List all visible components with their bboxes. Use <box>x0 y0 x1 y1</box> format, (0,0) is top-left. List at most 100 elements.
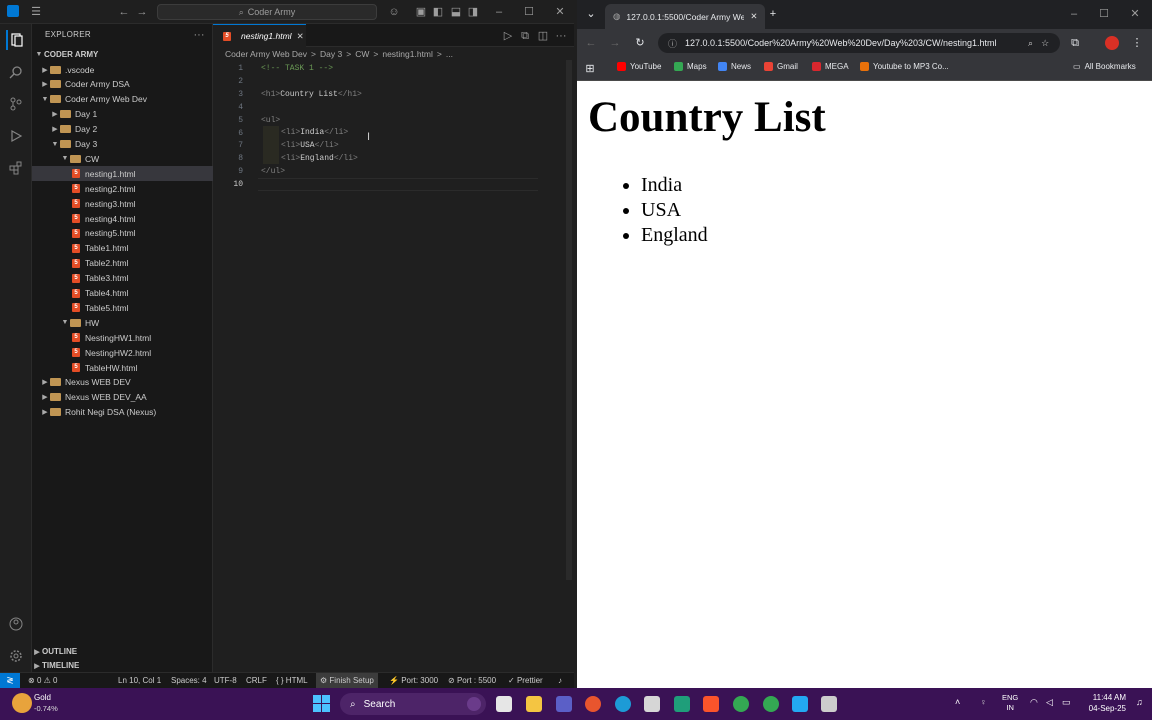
code-line-1[interactable]: <!-- TASK 1 --> <box>261 64 333 73</box>
code-line-li[interactable]: <li>USA</li> <box>281 141 339 150</box>
app-icon[interactable] <box>674 696 690 712</box>
bookmark-item[interactable]: News <box>718 62 751 71</box>
reload-icon[interactable]: ↻ <box>632 35 648 51</box>
folder-item[interactable]: ▶ Coder Army DSA <box>32 77 213 92</box>
back-arrow-icon[interactable]: ← <box>583 35 599 51</box>
explorer-icon[interactable] <box>6 30 26 50</box>
run-debug-icon[interactable] <box>6 126 26 146</box>
notification-bell-icon[interactable]: ♫ <box>1136 697 1143 707</box>
indentation[interactable]: Spaces: 4 <box>171 676 207 685</box>
file-item[interactable]: 5 NestingHW1.html <box>32 330 213 345</box>
bookmark-item[interactable]: Youtube to MP3 Co... <box>860 62 949 71</box>
start-icon[interactable] <box>313 695 330 712</box>
language-indicator[interactable]: ENG IN <box>1002 693 1018 713</box>
prettier-status[interactable]: ✓ Prettier <box>508 676 543 685</box>
workspace-root[interactable]: ▼ CODER ARMY <box>32 47 213 62</box>
close-icon[interactable]: ✕ <box>553 4 567 20</box>
file-explorer-icon[interactable] <box>526 696 542 712</box>
folder-item[interactable]: ▼ Day 3 <box>32 137 213 152</box>
timeline-section[interactable]: ▶ TIMELINE <box>32 658 213 673</box>
folder-item[interactable]: ▶ Rohit Negi DSA (Nexus) <box>32 405 213 420</box>
breadcrumb[interactable]: Coder Army Web Dev > Day 3 > CW > nesting1.htm… <box>225 49 453 59</box>
extensions-icon[interactable] <box>6 158 26 178</box>
teams-icon[interactable] <box>556 696 572 712</box>
language-mode[interactable]: { } HTML <box>276 676 308 685</box>
brave-icon[interactable] <box>703 696 719 712</box>
bookmark-item[interactable]: MEGA <box>812 62 849 71</box>
code-line-5[interactable]: <ul> <box>261 116 280 125</box>
maximize-icon[interactable]: ☐ <box>522 4 536 20</box>
breadcrumb-item[interactable]: Day 3 <box>320 49 342 59</box>
all-bookmarks-button[interactable]: ▭ All Bookmarks <box>1073 62 1136 71</box>
split-editor-icon[interactable]: ◫ <box>536 28 550 44</box>
microphone-icon[interactable]: ♀ <box>980 697 987 707</box>
tray-chevron-icon[interactable]: ˄ <box>955 697 960 707</box>
profile-avatar[interactable] <box>1105 36 1119 50</box>
file-item[interactable]: 5 Table1.html <box>32 241 213 256</box>
folder-item[interactable]: ▶ Day 2 <box>32 122 213 137</box>
file-item[interactable]: 5 nesting3.html <box>32 196 213 211</box>
toggle-panel-icon[interactable]: ⬓ <box>449 4 463 20</box>
folder-item[interactable]: ▶ Nexus WEB DEV_AA <box>32 390 213 405</box>
toggle-sidebar-icon[interactable]: ◧ <box>431 4 445 20</box>
bookmark-item[interactable]: Gmail <box>764 62 798 71</box>
browser-tab-active[interactable]: ◍ 127.0.0.1:5500/Coder Army Web ✕ <box>605 4 765 29</box>
toggle-secondary-sidebar-icon[interactable]: ◨ <box>466 4 480 20</box>
menu-icon[interactable]: ☰ <box>28 4 44 20</box>
weather-icon[interactable] <box>12 693 32 713</box>
site-info-icon[interactable]: ⓘ <box>668 37 677 50</box>
folder-item[interactable]: ▼ HW <box>32 315 213 330</box>
breadcrumb-item[interactable]: CW <box>355 49 369 59</box>
editor-scrollbar[interactable] <box>566 60 572 580</box>
problems-indicator[interactable]: ⊗ 0 ⚠ 0 <box>28 676 57 685</box>
port-3000[interactable]: ⚡ Port: 3000 <box>389 676 438 685</box>
command-center-search[interactable]: ⌕ Coder Army <box>157 4 377 20</box>
file-item[interactable]: 5 NestingHW2.html <box>32 345 213 360</box>
code-line-li[interactable]: <li>England</li> <box>281 154 358 163</box>
folder-item[interactable]: ▼ Coder Army Web Dev <box>32 92 213 107</box>
file-item[interactable]: 5 nesting1.html <box>32 166 213 182</box>
close-tab-icon[interactable]: ✕ <box>750 11 757 22</box>
code-line-3[interactable]: <h1>Country List</h1> <box>261 90 362 99</box>
tab-nesting1[interactable]: 5 nesting1.html ✕ <box>213 24 306 47</box>
breadcrumb-item[interactable]: Coder Army Web Dev <box>225 49 307 59</box>
battery-icon[interactable]: ▭ <box>1062 697 1071 708</box>
bookmark-item[interactable]: Maps <box>674 62 707 71</box>
folder-item[interactable]: ▶ Nexus WEB DEV <box>32 375 213 390</box>
folder-item[interactable]: ▼ CW <box>32 151 213 166</box>
forward-arrow-icon[interactable]: → <box>607 35 623 51</box>
bookmark-star-icon[interactable]: ☆ <box>1041 38 1049 49</box>
line-ending[interactable]: CRLF <box>246 676 267 685</box>
vscode-taskbar-icon[interactable] <box>792 696 808 712</box>
back-arrow-icon[interactable]: ← <box>116 4 132 20</box>
encoding[interactable]: UTF-8 <box>214 676 237 685</box>
notifications-icon[interactable]: ♪ <box>558 676 562 685</box>
outline-section[interactable]: ▶ OUTLINE <box>32 644 213 659</box>
forward-arrow-icon[interactable]: → <box>134 4 150 20</box>
file-item[interactable]: 5 nesting2.html <box>32 181 213 196</box>
task-view-icon[interactable] <box>496 696 512 712</box>
close-icon[interactable]: ✕ <box>1128 6 1142 22</box>
bookmark-item[interactable]: YouTube <box>617 62 661 71</box>
file-item[interactable]: 5 nesting5.html <box>32 226 213 241</box>
edge-icon[interactable] <box>615 696 631 712</box>
run-icon[interactable]: ▷ <box>501 28 515 44</box>
file-item[interactable]: 5 TableHW.html <box>32 360 213 375</box>
folder-item[interactable]: ▶ .vscode <box>32 62 213 77</box>
store-icon[interactable] <box>644 696 660 712</box>
address-bar[interactable]: ⓘ 127.0.0.1:5500/Coder%20Army%20Web%20De… <box>658 33 1060 53</box>
app-icon[interactable] <box>821 696 837 712</box>
copilot-icon[interactable]: ☺ <box>384 4 404 20</box>
wifi-icon[interactable]: ◠ <box>1030 697 1038 708</box>
gear-icon[interactable] <box>6 646 26 666</box>
chrome-icon[interactable] <box>733 696 749 712</box>
file-item[interactable]: 5 Table3.html <box>32 271 213 286</box>
taskbar-search[interactable]: ⌕ Search <box>340 693 486 715</box>
apps-grid-icon[interactable]: ⊞ <box>583 61 597 77</box>
file-item[interactable]: 5 nesting4.html <box>32 211 213 226</box>
zoom-icon[interactable]: ⌕ <box>1028 38 1033 49</box>
port-5500[interactable]: ⊘ Port : 5500 <box>448 676 496 685</box>
breadcrumb-item[interactable]: ... <box>446 49 453 59</box>
file-item[interactable]: 5 Table4.html <box>32 286 213 301</box>
minimize-icon[interactable]: – <box>492 4 506 20</box>
